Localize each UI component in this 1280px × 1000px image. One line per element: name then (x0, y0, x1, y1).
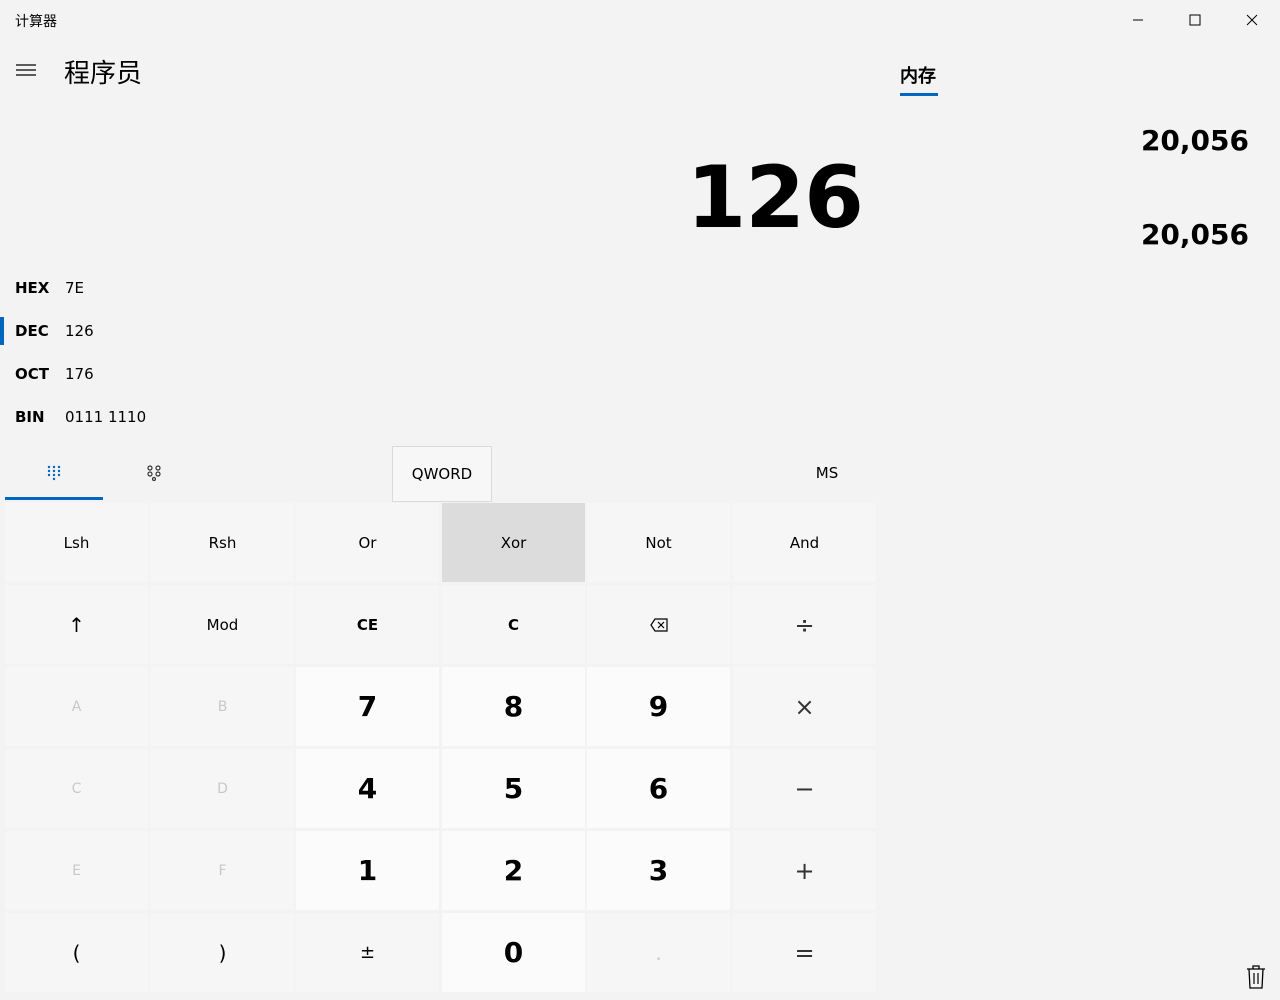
memory-store-button[interactable]: MS (779, 446, 875, 500)
clear-button[interactable]: C (442, 585, 585, 664)
or-button[interactable]: Or (296, 503, 439, 582)
close-button[interactable] (1223, 0, 1280, 40)
mode-title: 程序员 (64, 59, 143, 89)
negate-button[interactable]: ± (296, 913, 439, 992)
not-button[interactable]: Not (587, 503, 730, 582)
keypad-tab-indicator (5, 497, 103, 500)
memory-tab-indicator (900, 93, 938, 96)
word-size-button[interactable]: QWORD (392, 446, 492, 502)
bitwise-tab[interactable] (105, 446, 203, 500)
radix-marker (0, 317, 4, 345)
divide-button[interactable]: ÷ (733, 585, 876, 664)
multiply-button[interactable]: × (733, 667, 876, 746)
mod-button[interactable]: Mod (151, 585, 294, 664)
minimize-icon (1132, 19, 1143, 21)
maximize-button[interactable] (1166, 0, 1223, 40)
hex-e-button[interactable]: E (5, 831, 148, 910)
digit-5-button[interactable]: 5 (442, 749, 585, 828)
lsh-button[interactable]: Lsh (5, 503, 148, 582)
radix-dec[interactable]: DEC 126 (0, 313, 300, 349)
radix-value: 126 (65, 322, 94, 340)
digit-6-button[interactable]: 6 (587, 749, 730, 828)
radix-value: 176 (65, 365, 94, 383)
digit-4-button[interactable]: 4 (296, 749, 439, 828)
memory-item[interactable]: 20,056 (1141, 124, 1249, 157)
backspace-button[interactable] (587, 585, 730, 664)
and-button[interactable]: And (733, 503, 876, 582)
digit-2-button[interactable]: 2 (442, 831, 585, 910)
digit-7-button[interactable]: 7 (296, 667, 439, 746)
radix-bin[interactable]: BIN 0111 1110 (0, 399, 300, 435)
radix-marker (0, 360, 4, 388)
keypad-tab[interactable] (5, 446, 103, 500)
digit-1-button[interactable]: 1 (296, 831, 439, 910)
memory-tab[interactable]: 内存 (900, 62, 936, 88)
title-bar: 计算器 (0, 0, 1280, 40)
result-display: 126 (686, 148, 864, 248)
radix-label: HEX (15, 279, 50, 297)
maximize-icon (1189, 14, 1200, 26)
hex-a-button[interactable]: A (5, 667, 148, 746)
radix-label: DEC (15, 322, 49, 340)
bitwise-icon (147, 465, 161, 481)
rsh-button[interactable]: Rsh (151, 503, 294, 582)
close-paren-button[interactable]: ) (151, 913, 294, 992)
clear-entry-button[interactable]: CE (296, 585, 439, 664)
open-paren-button[interactable]: ( (5, 913, 148, 992)
radix-hex[interactable]: HEX 7E (0, 270, 300, 306)
xor-button[interactable]: Xor (442, 503, 585, 582)
hamburger-icon (16, 64, 36, 76)
memory-item[interactable]: 20,056 (1141, 218, 1249, 251)
digit-3-button[interactable]: 3 (587, 831, 730, 910)
menu-button[interactable] (6, 52, 46, 88)
radix-value: 7E (65, 279, 85, 297)
shift-button[interactable]: ↑ (5, 585, 148, 664)
radix-label: BIN (15, 408, 45, 426)
radix-label: OCT (15, 365, 49, 383)
digit-8-button[interactable]: 8 (442, 667, 585, 746)
hex-b-button[interactable]: B (151, 667, 294, 746)
close-icon (1246, 14, 1257, 26)
digit-9-button[interactable]: 9 (587, 667, 730, 746)
radix-marker (0, 274, 4, 302)
hex-f-button[interactable]: F (151, 831, 294, 910)
minus-button[interactable]: − (733, 749, 876, 828)
digit-0-button[interactable]: 0 (442, 913, 585, 992)
radix-marker (0, 403, 4, 431)
clear-memory-button[interactable] (1242, 962, 1270, 992)
app-title: 计算器 (15, 14, 57, 30)
plus-button[interactable]: + (733, 831, 876, 910)
keypad-icon (47, 465, 61, 481)
minimize-button[interactable] (1109, 0, 1166, 40)
radix-value: 0111 1110 (65, 408, 147, 426)
decimal-button[interactable]: . (587, 913, 730, 992)
hex-c-button[interactable]: C (5, 749, 148, 828)
equals-button[interactable]: = (733, 913, 876, 992)
hex-d-button[interactable]: D (151, 749, 294, 828)
backspace-icon (649, 617, 668, 632)
radix-oct[interactable]: OCT 176 (0, 356, 300, 392)
trash-icon (1247, 965, 1265, 989)
